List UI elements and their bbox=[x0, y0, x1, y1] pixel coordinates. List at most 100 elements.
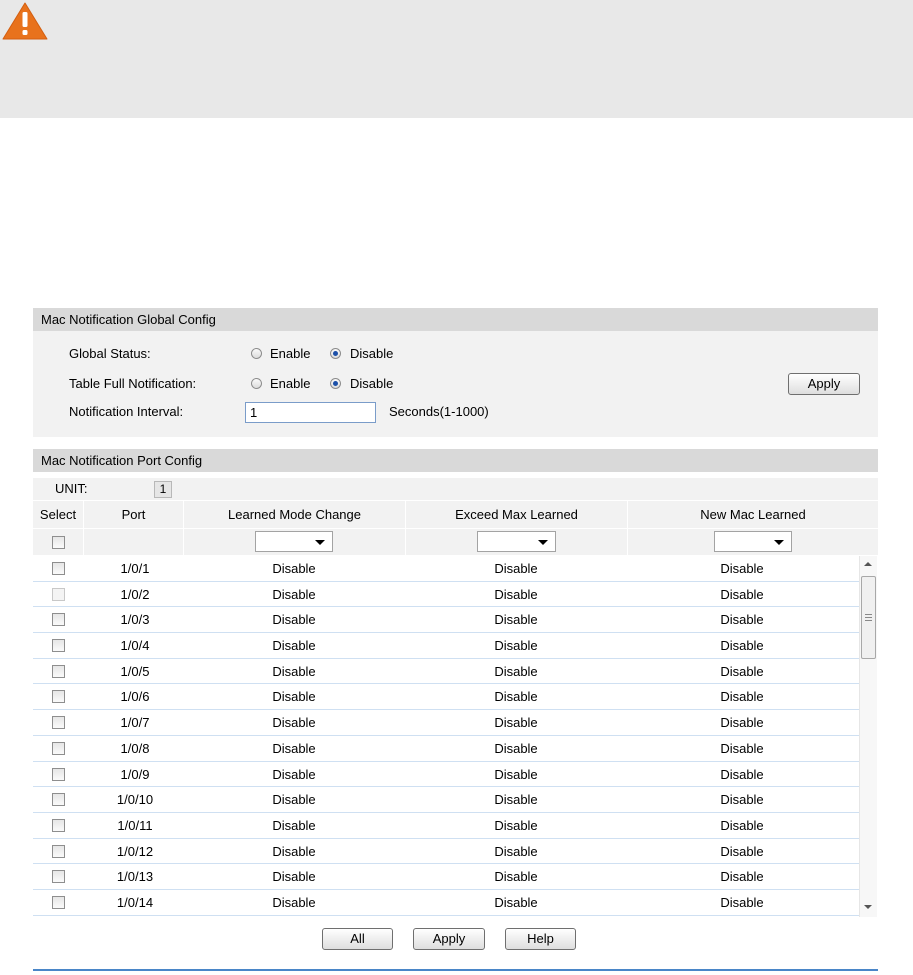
learned-mode-change-cell: Disable bbox=[272, 894, 316, 910]
port-table-filter-row bbox=[33, 529, 878, 555]
global-status-enable-radio[interactable] bbox=[251, 348, 262, 359]
new-mac-learned-cell: Disable bbox=[720, 894, 764, 910]
new-mac-learned-cell: Disable bbox=[720, 817, 764, 833]
learned-mode-change-cell: Disable bbox=[272, 740, 316, 756]
table-row: 1/0/14 Disable Disable Disable bbox=[33, 890, 859, 916]
row-select-checkbox[interactable] bbox=[52, 716, 65, 730]
grip-line bbox=[865, 620, 872, 621]
global-config-header: Mac Notification Global Config bbox=[33, 308, 878, 331]
new-mac-learned-cell: Disable bbox=[720, 715, 764, 731]
exceed-max-learned-cell: Disable bbox=[494, 663, 538, 679]
column-header-exceed-max-learned: Exceed Max Learned bbox=[406, 501, 628, 528]
column-header-select: Select bbox=[33, 501, 84, 528]
global-config-panel: Global Status: Enable Disable Table Full… bbox=[33, 331, 878, 437]
table-row: 1/0/13 Disable Disable Disable bbox=[33, 864, 859, 890]
row-select-checkbox[interactable] bbox=[52, 767, 65, 781]
row-select-checkbox[interactable] bbox=[52, 895, 65, 909]
port-cell: 1/0/9 bbox=[120, 766, 150, 782]
unit-row: UNIT: 1 bbox=[33, 478, 878, 500]
table-row: 1/0/8 Disable Disable Disable bbox=[33, 736, 859, 762]
filter-exceed-max-cell bbox=[406, 529, 628, 555]
port-cell: 1/0/11 bbox=[117, 817, 153, 833]
learned-mode-change-cell: Disable bbox=[272, 817, 316, 833]
learned-mode-change-cell: Disable bbox=[272, 561, 316, 576]
exceed-max-learned-cell: Disable bbox=[494, 843, 538, 859]
table-full-enable-label: Enable bbox=[270, 376, 311, 391]
bottom-divider bbox=[33, 969, 878, 971]
exceed-max-learned-cell: Disable bbox=[494, 689, 538, 705]
learned-mode-change-cell: Disable bbox=[272, 843, 316, 859]
global-config-title: Mac Notification Global Config bbox=[41, 312, 216, 327]
learned-mode-change-cell: Disable bbox=[272, 612, 316, 628]
notification-interval-label: Notification Interval: bbox=[69, 404, 184, 419]
port-table-scrollbar[interactable] bbox=[859, 556, 877, 917]
select-all-checkbox[interactable] bbox=[52, 536, 65, 549]
row-select-checkbox[interactable] bbox=[52, 818, 65, 832]
global-status-disable-radio[interactable] bbox=[330, 348, 341, 359]
table-full-disable-radio[interactable] bbox=[330, 378, 341, 389]
table-row: 1/0/7 Disable Disable Disable bbox=[33, 710, 859, 736]
new-mac-learned-cell: Disable bbox=[720, 869, 764, 885]
row-select-checkbox[interactable] bbox=[52, 741, 65, 755]
table-row: 1/0/12 Disable Disable Disable bbox=[33, 839, 859, 865]
learned-mode-change-cell: Disable bbox=[272, 586, 316, 602]
scroll-down-icon[interactable] bbox=[864, 905, 872, 909]
global-apply-button[interactable]: Apply bbox=[788, 373, 860, 395]
unit-label: UNIT: bbox=[55, 481, 88, 496]
port-cell: 1/0/8 bbox=[120, 740, 150, 756]
exceed-max-learned-cell: Disable bbox=[494, 766, 538, 782]
new-mac-learned-cell: Disable bbox=[720, 689, 764, 705]
table-full-disable-label: Disable bbox=[350, 376, 394, 391]
exceed-max-learned-select[interactable] bbox=[477, 531, 556, 552]
scroll-up-icon[interactable] bbox=[864, 562, 872, 566]
port-config-header: Mac Notification Port Config bbox=[33, 449, 878, 472]
warning-banner bbox=[0, 0, 913, 118]
row-select-checkbox[interactable] bbox=[52, 562, 65, 575]
row-select-checkbox[interactable] bbox=[52, 870, 65, 884]
table-full-enable-radio[interactable] bbox=[251, 378, 262, 389]
select-all-button[interactable]: All bbox=[322, 928, 393, 950]
grip-line bbox=[865, 614, 872, 615]
port-cell: 1/0/1 bbox=[120, 561, 150, 576]
column-header-new-mac-learned: New Mac Learned bbox=[700, 507, 806, 522]
new-mac-learned-cell: Disable bbox=[720, 586, 764, 602]
global-status-enable-label: Enable bbox=[270, 346, 311, 361]
filter-new-mac-cell bbox=[628, 529, 878, 555]
port-cell: 1/0/14 bbox=[116, 894, 154, 910]
learned-mode-change-select[interactable] bbox=[255, 531, 333, 552]
port-cell: 1/0/4 bbox=[120, 638, 150, 654]
row-select-checkbox[interactable] bbox=[52, 639, 65, 653]
learned-mode-change-cell: Disable bbox=[272, 869, 316, 885]
new-mac-learned-cell: Disable bbox=[720, 561, 764, 576]
help-button[interactable]: Help bbox=[505, 928, 576, 950]
scrollbar-thumb[interactable] bbox=[861, 576, 876, 659]
exceed-max-learned-cell: Disable bbox=[494, 715, 538, 731]
port-cell: 1/0/10 bbox=[116, 792, 154, 808]
new-mac-learned-cell: Disable bbox=[720, 638, 764, 654]
grip-line bbox=[865, 617, 872, 618]
new-mac-learned-select[interactable] bbox=[714, 531, 792, 552]
row-select-checkbox[interactable] bbox=[52, 793, 65, 807]
global-status-label: Global Status: bbox=[69, 346, 151, 361]
table-row: 1/0/5 Disable Disable Disable bbox=[33, 659, 859, 685]
exceed-max-learned-cell: Disable bbox=[494, 612, 538, 628]
row-select-checkbox[interactable] bbox=[52, 664, 65, 678]
learned-mode-change-cell: Disable bbox=[272, 689, 316, 705]
learned-mode-change-cell: Disable bbox=[272, 663, 316, 679]
unit-selector[interactable]: 1 bbox=[154, 481, 172, 498]
port-apply-button[interactable]: Apply bbox=[413, 928, 485, 950]
port-cell: 1/0/12 bbox=[116, 843, 154, 859]
row-select-checkbox[interactable] bbox=[52, 690, 65, 704]
table-row: 1/0/4 Disable Disable Disable bbox=[33, 633, 859, 659]
port-cell: 1/0/6 bbox=[120, 689, 150, 705]
row-select-checkbox[interactable] bbox=[52, 844, 65, 858]
row-select-checkbox[interactable] bbox=[52, 613, 65, 627]
column-header-port: Port bbox=[84, 501, 184, 528]
table-row: 1/0/11 Disable Disable Disable bbox=[33, 813, 859, 839]
new-mac-learned-cell: Disable bbox=[720, 843, 764, 859]
row-select-checkbox[interactable] bbox=[52, 587, 65, 601]
exceed-max-learned-cell: Disable bbox=[494, 817, 538, 833]
notification-interval-input[interactable] bbox=[245, 402, 376, 423]
chevron-down-icon bbox=[538, 540, 548, 545]
port-table-body: 1/0/1 Disable Disable Disable 1/0/2 Disable Di… bbox=[33, 556, 859, 917]
